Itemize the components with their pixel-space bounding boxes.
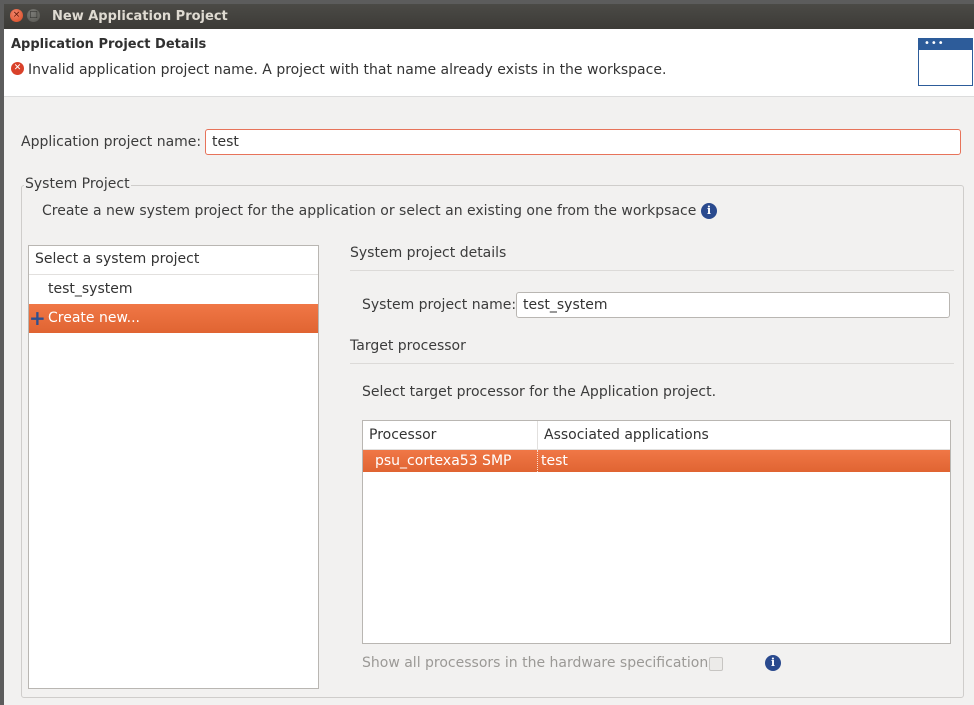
app-project-name-input[interactable]: test [205, 129, 961, 155]
dialog-window: × □ New Application Project Application … [4, 4, 974, 705]
wizard-window-icon: ••• [918, 38, 973, 86]
column-header-processor[interactable]: Processor [363, 421, 538, 449]
system-project-list[interactable]: Select a system project test_system + Cre… [28, 245, 319, 689]
wizard-icon-dots: ••• [924, 38, 945, 49]
details-separator [350, 270, 954, 271]
system-project-legend: System Project [24, 176, 131, 192]
cell-separator [537, 450, 538, 472]
column-header-associated-applications[interactable]: Associated applications [538, 421, 950, 449]
associated-apps-cell: test [541, 453, 568, 469]
system-project-name-input[interactable]: test_system [516, 292, 950, 318]
window-title: New Application Project [52, 9, 228, 24]
error-message-line: ✕ Invalid application project name. A pro… [11, 61, 667, 78]
system-project-description: Create a new system project for the appl… [42, 203, 697, 219]
info-icon-processors[interactable]: i [765, 655, 781, 671]
plus-icon: + [29, 306, 46, 330]
close-window-icon[interactable]: × [10, 9, 23, 22]
page-title: Application Project Details [11, 37, 207, 52]
app-project-name-label: Application project name: [21, 134, 202, 150]
show-all-processors-checkbox[interactable] [709, 657, 723, 671]
target-processor-heading: Target processor [350, 338, 466, 354]
list-item-test-system[interactable]: test_system [29, 275, 318, 304]
system-project-list-header: Select a system project [29, 246, 318, 275]
title-bar[interactable]: × □ New Application Project [4, 4, 974, 29]
error-message: Invalid application project name. A proj… [28, 62, 667, 78]
table-header: Processor Associated applications [363, 421, 950, 450]
create-new-label: Create new... [48, 310, 140, 326]
wizard-icon-bar: ••• [919, 39, 972, 50]
error-icon: ✕ [11, 61, 24, 75]
processor-table[interactable]: Processor Associated applications psu_co… [362, 420, 951, 644]
show-all-processors-label: Show all processors in the hardware spec… [362, 655, 709, 671]
table-row[interactable]: psu_cortexa53 SMP test [363, 450, 950, 472]
processor-cell: psu_cortexa53 SMP [375, 453, 512, 469]
target-separator [350, 363, 954, 364]
list-item-create-new[interactable]: + Create new... [29, 304, 318, 333]
wizard-header: Application Project Details ✕ Invalid app… [4, 29, 974, 97]
system-project-name-label: System project name: [362, 297, 517, 313]
info-icon[interactable]: i [701, 203, 717, 219]
system-project-details-heading: System project details [350, 245, 507, 261]
target-processor-description: Select target processor for the Applicat… [362, 384, 717, 400]
maximize-window-icon[interactable]: □ [27, 9, 40, 22]
